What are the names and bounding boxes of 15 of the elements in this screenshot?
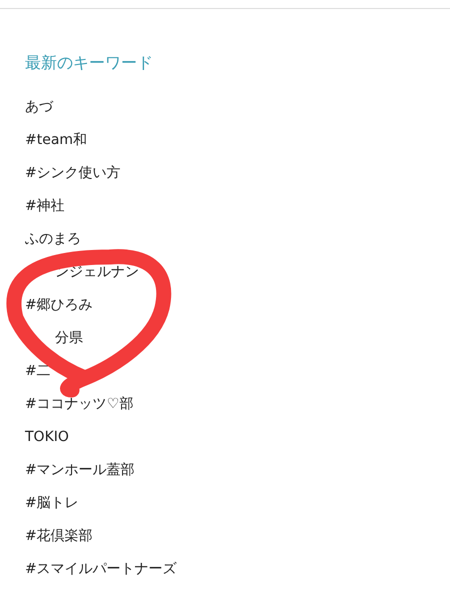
keyword-link[interactable]: ふのまろ	[25, 231, 81, 247]
keyword-link[interactable]: #郷ひろみ	[25, 297, 93, 313]
keyword-link[interactable]: #team和	[25, 132, 88, 148]
keyword-link[interactable]: TOKIO	[25, 429, 69, 445]
keyword-link[interactable]: #二	[25, 363, 51, 379]
section-title: 最新のキーワード	[25, 52, 154, 74]
keyword-link[interactable]: あづ	[25, 99, 53, 115]
keyword-link[interactable]: 分県	[55, 330, 83, 346]
keyword-link[interactable]: #シンク使い方	[25, 165, 121, 181]
keyword-link[interactable]: #ココナッツ♡部	[25, 396, 134, 412]
keyword-link[interactable]: #脳トレ	[25, 495, 79, 511]
keyword-link[interactable]: #花倶楽部	[25, 528, 93, 544]
keyword-link[interactable]: #マンホール蓋部	[25, 462, 135, 478]
keyword-link[interactable]: #神社	[25, 198, 65, 214]
keyword-link[interactable]: #スマイルパートナーズ	[25, 561, 177, 577]
